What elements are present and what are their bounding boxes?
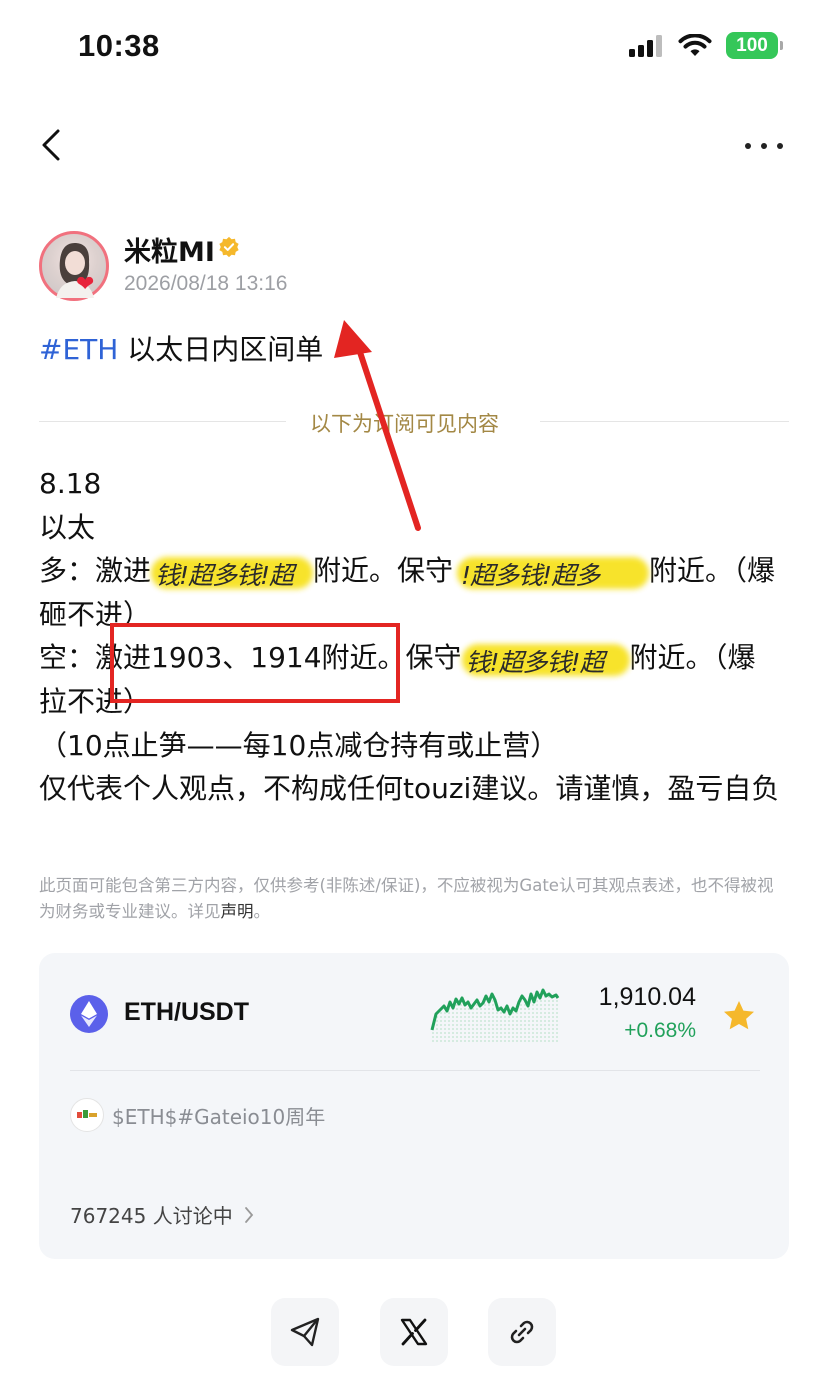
battery-indicator: 100 [726, 32, 783, 59]
chevron-left-icon [42, 129, 60, 161]
share-x-button[interactable] [380, 1298, 448, 1366]
sticker-text: 钱!超多钱!超 [465, 648, 605, 678]
hashtag-link[interactable]: #ETH [39, 333, 118, 366]
telegram-icon [290, 1317, 320, 1347]
price-sparkline [430, 988, 560, 1042]
status-time: 10:38 [78, 28, 160, 63]
long-mid: 附近。保守 [313, 554, 454, 588]
body-long-line: 多：激进 钱!超多钱!超 附近。保守 !超多钱!超多 附近。（爆 [39, 549, 789, 593]
sticker-text: 钱!超多钱!超 [155, 561, 294, 591]
long-end: 附近。（爆 [649, 554, 776, 588]
body-opinion: 仅代表个人观点，不构成任何touzi建议。请谨慎，盈亏自负 [39, 772, 780, 806]
trading-pair[interactable]: ETH/USDT [124, 998, 249, 1027]
favorite-star-icon[interactable] [721, 998, 757, 1034]
divider-left [39, 421, 286, 422]
disclaimer: 此页面可能包含第三方内容，仅供参考(非陈述/保证)，不应被视为Gate认可其观点… [39, 873, 789, 925]
x-icon [400, 1318, 428, 1346]
discussion-count: 767245 人讨论中 [70, 1204, 233, 1228]
short-end: 附近。（爆 [629, 641, 756, 675]
chevron-right-icon [244, 1206, 253, 1223]
wifi-icon [678, 33, 712, 56]
highlight-box [110, 623, 400, 703]
avatar[interactable] [39, 231, 109, 301]
price-value: 1,910.04 [598, 983, 696, 1011]
hidden-sticker: 钱!超多钱!超 [151, 553, 314, 591]
verified-badge-icon [219, 236, 239, 258]
heart-icon: ❤ [76, 272, 95, 297]
hidden-sticker: 钱!超多钱!超 [461, 640, 630, 678]
post-title-text: 以太日内区间单 [118, 333, 324, 366]
divider-right [540, 421, 789, 422]
disclaimer-link[interactable]: 声明 [221, 902, 254, 921]
avatar-figure-icon [56, 242, 94, 298]
card-divider [70, 1070, 760, 1071]
status-indicators: 100 [628, 32, 783, 59]
hidden-sticker: !超多钱!超多 [457, 553, 650, 591]
eth-logo-icon [70, 995, 108, 1033]
sticker-text: !超多钱!超多 [461, 561, 600, 591]
more-horizontal-icon [745, 143, 783, 149]
topic-logo-icon [70, 1098, 104, 1132]
link-icon [510, 1320, 534, 1344]
back-button[interactable] [36, 125, 76, 165]
share-telegram-button[interactable] [271, 1298, 339, 1366]
long-prefix: 多：激进 [39, 554, 152, 588]
discussion-link[interactable]: 767245 人讨论中 [70, 1200, 255, 1229]
post-title: #ETH 以太日内区间单 [39, 328, 323, 368]
signal-icon [629, 34, 662, 57]
annotation-arrow [334, 320, 421, 531]
more-button[interactable] [740, 128, 788, 168]
body-stop-line: （10点止笋——每10点减仓持有或止营） [39, 728, 559, 762]
author-name[interactable]: 米粒MI [124, 230, 215, 269]
disclaimer-text: 此页面可能包含第三方内容，仅供参考(非陈述/保证)，不应被视为Gate认可其观点… [39, 876, 774, 921]
copy-link-button[interactable] [488, 1298, 556, 1366]
post-time: 2026/08/18 13:16 [124, 272, 288, 295]
disclaimer-end: 。 [253, 902, 271, 921]
battery-level: 100 [736, 34, 768, 56]
topic-link[interactable]: $ETH$#Gateio10周年 [112, 1101, 325, 1130]
price-change: +0.68% [624, 1019, 696, 1042]
